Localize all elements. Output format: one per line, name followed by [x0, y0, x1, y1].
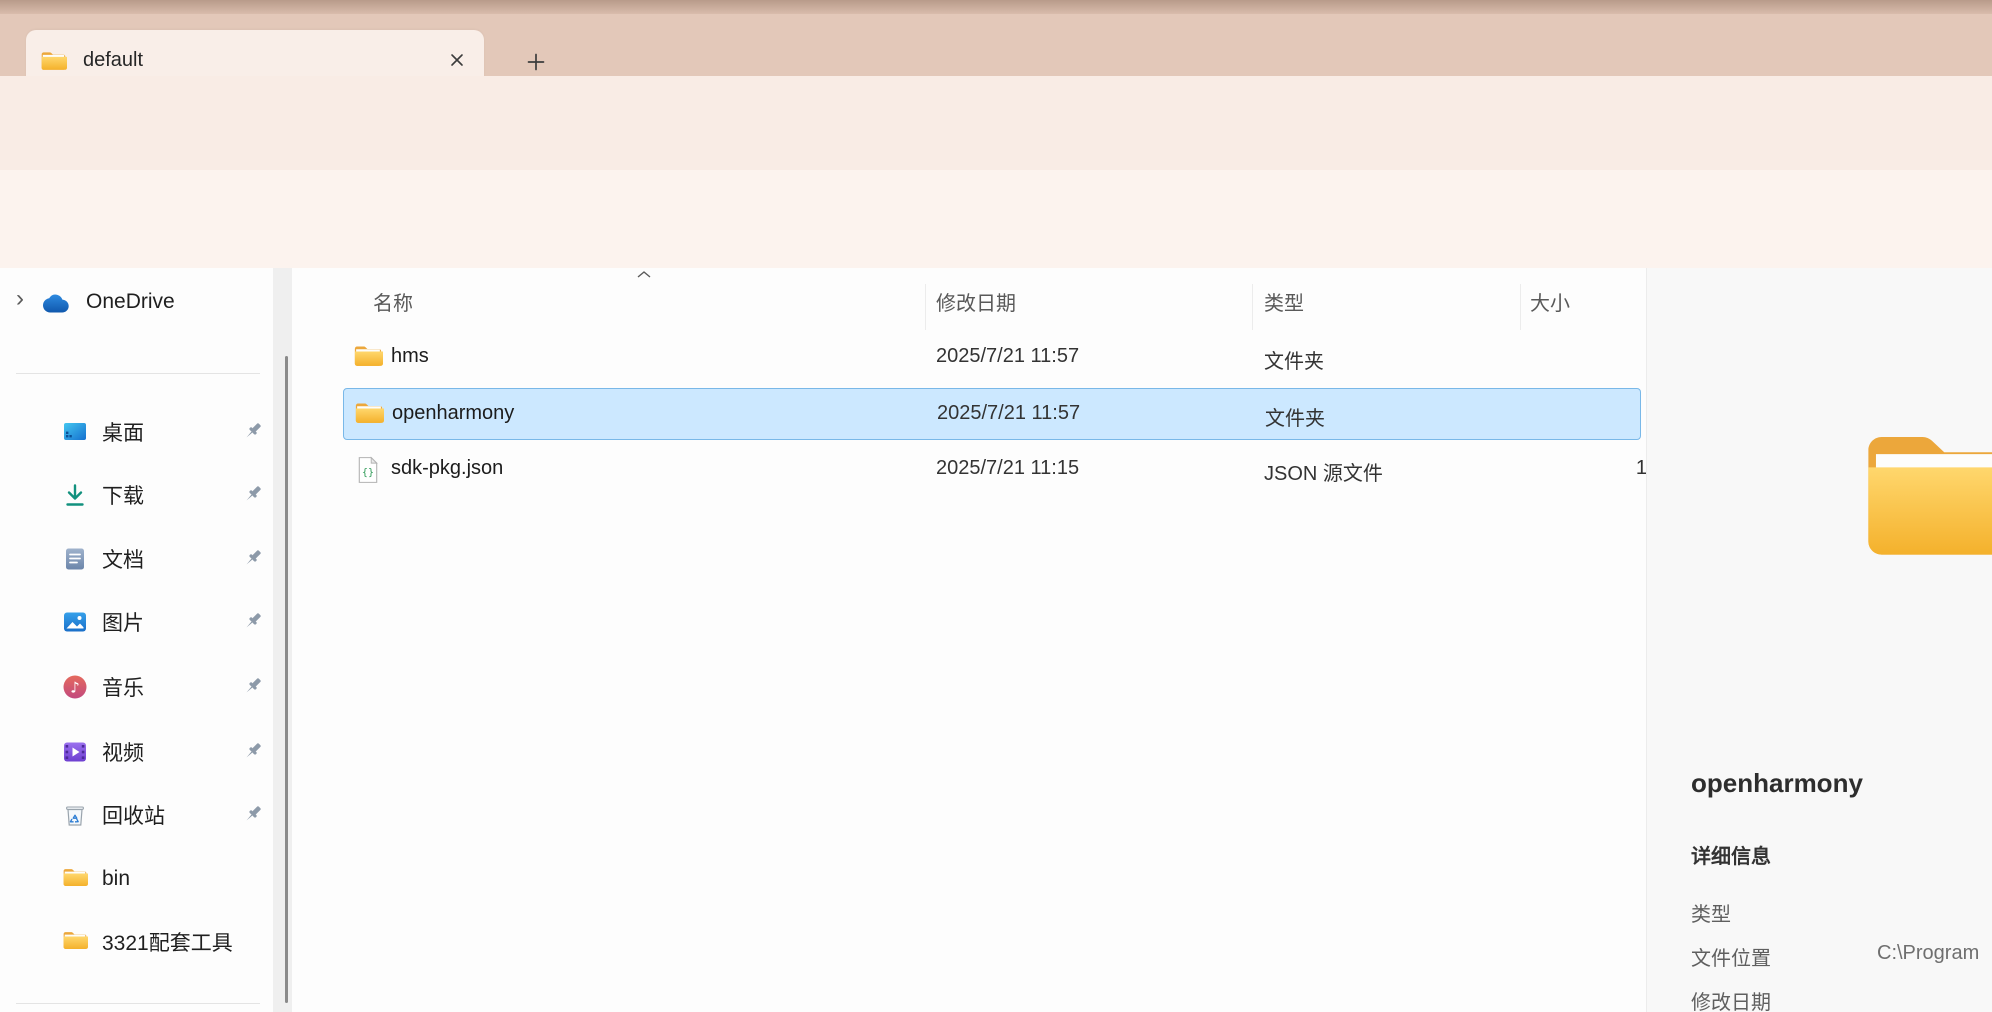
file-explorer-window: default › … Program Files [0, 0, 1992, 1012]
pin-icon [242, 740, 264, 762]
pin-icon [242, 675, 264, 697]
sidebar-item-desktop[interactable]: 桌面 [0, 408, 270, 456]
pin-icon [242, 420, 264, 442]
sidebar-item-3321-tools[interactable]: 3321配套工具 [0, 918, 270, 966]
tab-bar: default [0, 14, 1992, 76]
column-header-type[interactable]: 类型 [1264, 287, 1304, 316]
file-row-hms[interactable]: hms 2025/7/21 11:57 文件夹 [343, 332, 1641, 384]
file-type: 文件夹 [1264, 345, 1324, 374]
sidebar-item-label: 桌面 [102, 417, 144, 447]
tab-title: default [83, 49, 143, 72]
sidebar-item-pictures[interactable]: 图片 [0, 598, 270, 646]
json-file-icon: {} [357, 456, 379, 484]
file-row-sdk-pkg-json[interactable]: {} sdk-pkg.json 2025/7/21 11:15 JSON 源文件… [343, 444, 1641, 496]
field-label: 类型 [1691, 904, 1731, 926]
field-label: 修改日期 [1691, 992, 1771, 1012]
navigation-pane: › OneDrive 桌面 下载 [0, 268, 292, 1012]
pin-icon [242, 483, 264, 505]
close-tab-icon[interactable] [444, 47, 470, 73]
preview-field-location: 文件位置 C:\Program [1691, 942, 1991, 972]
folder-icon [40, 49, 67, 72]
sidebar-item-label: 音乐 [102, 672, 144, 702]
preview-details-heading: 详细信息 [1691, 840, 1771, 869]
file-type: JSON 源文件 [1264, 457, 1383, 486]
sidebar-item-music[interactable]: ♪ 音乐 [0, 663, 270, 711]
file-name: sdk-pkg.json [391, 457, 503, 480]
preview-folder-icon [1857, 416, 1992, 568]
sidebar-scrollbar-track[interactable] [273, 268, 292, 1012]
file-size: 1 [1613, 457, 1647, 480]
videos-icon [62, 739, 88, 765]
sidebar-item-label: 下载 [102, 480, 144, 510]
file-modified: 2025/7/21 11:57 [936, 345, 1079, 368]
sidebar-item-label: bin [102, 867, 130, 891]
sidebar-item-label: 3321配套工具 [102, 927, 233, 957]
sidebar-item-videos[interactable]: 视频 [0, 728, 270, 776]
document-icon [62, 546, 88, 572]
file-modified: 2025/7/21 11:15 [936, 457, 1079, 480]
field-value: C:\Program [1877, 942, 1979, 965]
sidebar-scrollbar-thumb[interactable] [285, 356, 288, 1003]
pin-icon [242, 547, 264, 569]
file-row-openharmony[interactable]: openharmony 2025/7/21 11:57 文件夹 [343, 388, 1641, 440]
file-type: 文件夹 [1265, 402, 1325, 431]
expand-chevron-icon[interactable]: › [16, 285, 24, 313]
download-icon [62, 482, 88, 508]
recycle-bin-icon [62, 802, 88, 828]
navigation-bar: › … Program Files › Huawei › DevEco Stud… [0, 76, 1992, 171]
sidebar-item-onedrive[interactable]: › OneDrive [0, 280, 270, 324]
preview-field-modified: 修改日期 [1691, 986, 1991, 1012]
window-top-edge [0, 0, 1992, 14]
column-header-name[interactable]: 名称 [373, 287, 413, 316]
folder-icon [62, 866, 88, 892]
details-pane: openharmony 详细信息 类型 文件位置 C:\Program 修改日期 [1646, 268, 1992, 1012]
sidebar-item-label: 文档 [102, 544, 144, 574]
folder-icon [62, 929, 88, 955]
sidebar-item-label: 回收站 [102, 800, 165, 830]
sidebar-item-documents[interactable]: 文档 [0, 535, 270, 583]
svg-text:{}: {} [362, 468, 374, 479]
pictures-icon [62, 609, 88, 635]
pin-icon [242, 610, 264, 632]
folder-icon [353, 343, 383, 368]
sidebar-item-label: 视频 [102, 737, 144, 767]
column-divider[interactable] [925, 284, 926, 330]
new-tab-button[interactable] [520, 46, 552, 78]
column-divider[interactable] [1520, 284, 1521, 330]
sidebar-item-recycle-bin[interactable]: 回收站 [0, 791, 270, 839]
sidebar-divider [16, 1003, 260, 1004]
preview-field-type: 类型 [1691, 898, 1991, 928]
column-divider[interactable] [1252, 284, 1253, 330]
column-header-modified[interactable]: 修改日期 [936, 287, 1016, 316]
desktop-icon [62, 419, 88, 445]
svg-text:♪: ♪ [70, 679, 80, 697]
file-name: hms [391, 345, 429, 368]
music-icon: ♪ [62, 674, 88, 700]
sidebar-item-bin[interactable]: bin [0, 855, 270, 903]
folder-icon [354, 400, 384, 425]
column-header-size[interactable]: 大小 [1530, 287, 1570, 316]
file-name: openharmony [392, 402, 514, 425]
file-list: 名称 修改日期 类型 大小 hms 2025/7/21 11:57 文件夹 op… [292, 268, 1646, 1012]
sidebar-item-label: 图片 [102, 607, 144, 637]
pin-icon [242, 803, 264, 825]
preview-title: openharmony [1691, 768, 1863, 799]
file-modified: 2025/7/21 11:57 [937, 402, 1080, 425]
command-toolbar: 新建 A [0, 170, 1992, 269]
onedrive-cloud-icon [42, 291, 74, 313]
sidebar-item-label: OneDrive [86, 290, 175, 314]
field-label: 文件位置 [1691, 948, 1771, 970]
sidebar-divider [16, 373, 260, 374]
column-headers: 名称 修改日期 类型 大小 [292, 278, 1646, 322]
sidebar-item-downloads[interactable]: 下载 [0, 471, 270, 519]
